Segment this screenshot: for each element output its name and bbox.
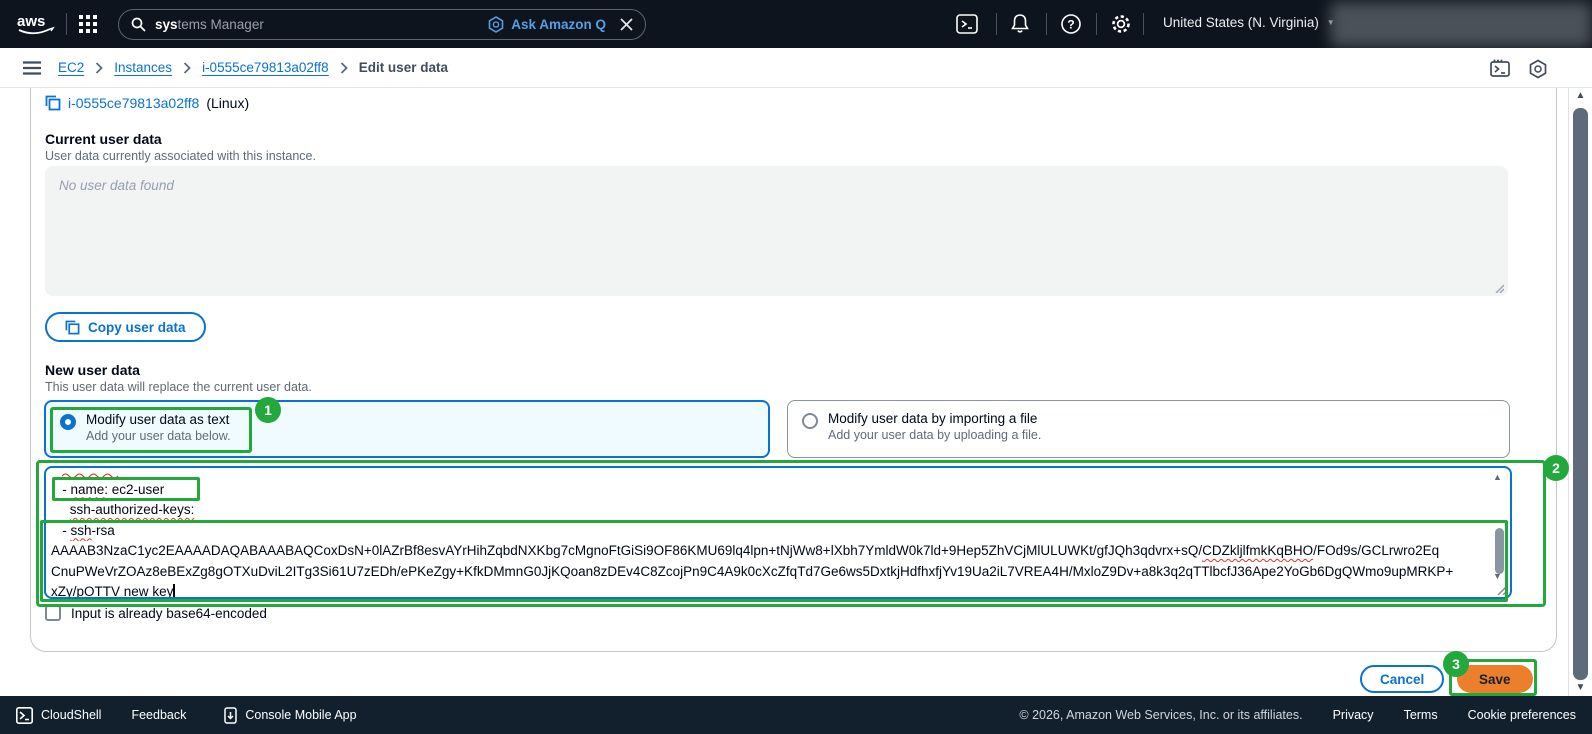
base64-checkbox[interactable]: [45, 605, 61, 621]
shortcuts-terminal-icon[interactable]: [1490, 59, 1511, 78]
search-suggestion-text: tems Manager: [177, 17, 264, 32]
instance-os-label: (Linux): [206, 95, 250, 111]
hamburger-menu-icon[interactable]: [23, 61, 41, 75]
settings-gear-icon[interactable]: [1110, 13, 1132, 35]
cancel-label: Cancel: [1380, 671, 1425, 687]
amazon-q-panel-icon[interactable]: [1528, 59, 1548, 79]
region-label: United States (N. Virginia): [1163, 15, 1319, 30]
annotation-box-name-line: [52, 477, 200, 501]
cloudshell-terminal-icon[interactable]: [956, 13, 978, 35]
divider: [1046, 13, 1047, 35]
copyright-text: © 2026, Amazon Web Services, Inc. or its…: [1019, 708, 1303, 722]
copy-user-data-label: Copy user data: [88, 319, 186, 335]
search-typed-text: sys: [155, 17, 178, 32]
chevron-right-icon: [95, 61, 104, 74]
redacted-account-area: [1330, 2, 1592, 47]
search-icon: [131, 17, 146, 32]
copy-icon: [65, 320, 80, 335]
instance-id-link[interactable]: i-0555ce79813a02ff8: [68, 95, 199, 111]
breadcrumb: EC2 Instances i-0555ce79813a02ff8 Edit u…: [58, 60, 448, 75]
annotation-box-modify-as-text: [50, 407, 252, 453]
console-mobile-app-button[interactable]: Console Mobile App: [224, 706, 357, 724]
chevron-right-icon: [340, 61, 348, 74]
top-nav-bar: aws sys tems Manager Ask Amazon Q ? Unit…: [0, 0, 1592, 48]
divider: [66, 13, 67, 35]
feedback-button[interactable]: Feedback: [131, 708, 186, 722]
annotation-box-ssh-key: [40, 520, 1508, 602]
breadcrumb-link-instances[interactable]: Instances: [114, 60, 172, 75]
instance-header: i-0555ce79813a02ff8 (Linux): [45, 95, 249, 111]
console-mobile-app-label: Console Mobile App: [245, 708, 357, 722]
scroll-up-icon[interactable]: ▲: [1573, 90, 1588, 101]
current-user-data-description: User data currently associated with this…: [45, 149, 316, 163]
divider: [1143, 13, 1144, 35]
region-selector[interactable]: United States (N. Virginia) ▼: [1163, 15, 1335, 30]
divider: [996, 13, 997, 35]
page-scrollbar-thumb[interactable]: [1573, 108, 1588, 680]
feedback-label: Feedback: [131, 708, 187, 722]
new-user-data-title: New user data: [45, 362, 140, 378]
terms-link[interactable]: Terms: [1404, 708, 1438, 722]
search-close-icon[interactable]: [620, 18, 633, 31]
resize-handle-icon[interactable]: [1494, 283, 1504, 293]
search-input[interactable]: sys tems Manager Ask Amazon Q: [118, 9, 646, 40]
scroll-down-icon[interactable]: ▼: [1573, 682, 1588, 693]
cookie-preferences-link[interactable]: Cookie preferences: [1468, 708, 1576, 722]
mobile-phone-icon: [224, 706, 238, 724]
base64-checkbox-label: Input is already base64-encoded: [71, 605, 267, 621]
option-description: Add your user data by uploading a file.: [828, 428, 1042, 442]
aws-console-page: aws sys tems Manager Ask Amazon Q ? Unit…: [0, 0, 1592, 734]
current-user-data-title: Current user data: [45, 131, 162, 147]
chevron-right-icon: [183, 61, 191, 74]
privacy-link[interactable]: Privacy: [1333, 708, 1374, 722]
current-user-data-placeholder: No user data found: [59, 178, 174, 193]
breadcrumb-bar: EC2 Instances i-0555ce79813a02ff8 Edit u…: [0, 48, 1592, 88]
option-label: Modify user data by importing a file: [828, 411, 1038, 426]
svg-text:?: ?: [1067, 18, 1074, 32]
aws-logo-icon: aws: [17, 13, 55, 35]
console-footer: CloudShell Feedback Console Mobile App ©…: [0, 696, 1592, 734]
annotation-badge-2: 2: [1543, 455, 1569, 481]
breadcrumb-current-page: Edit user data: [358, 60, 448, 75]
amazon-q-icon: [488, 16, 504, 33]
cloudshell-icon: [16, 706, 33, 724]
svg-text:aws: aws: [17, 13, 45, 30]
notifications-bell-icon[interactable]: [1010, 13, 1030, 35]
divider: [1096, 13, 1097, 35]
apps-grid-icon[interactable]: [79, 15, 98, 34]
ask-amazon-q-label: Ask Amazon Q: [511, 17, 606, 32]
current-user-data-box[interactable]: No user data found: [45, 166, 1508, 296]
copy-user-data-button[interactable]: Copy user data: [45, 312, 206, 342]
copy-icon[interactable]: [45, 95, 61, 111]
radio-unselected-icon[interactable]: [802, 413, 818, 429]
new-user-data-description: This user data will replace the current …: [45, 380, 312, 394]
annotation-badge-1: 1: [255, 397, 281, 423]
aws-logo[interactable]: aws: [16, 11, 58, 38]
breadcrumb-link-ec2[interactable]: EC2: [58, 60, 84, 75]
cloudshell-footer-button[interactable]: CloudShell: [16, 706, 102, 724]
annotation-badge-3: 3: [1443, 651, 1469, 677]
cloudshell-footer-label: CloudShell: [41, 708, 102, 722]
breadcrumb-link-instance-id[interactable]: i-0555ce79813a02ff8: [202, 60, 329, 75]
help-icon[interactable]: ?: [1060, 13, 1082, 35]
option-import-file[interactable]: Modify user data by importing a file Add…: [787, 400, 1510, 458]
cancel-button[interactable]: Cancel: [1360, 665, 1445, 693]
base64-checkbox-row: Input is already base64-encoded: [45, 605, 267, 621]
ask-amazon-q-button[interactable]: Ask Amazon Q: [488, 16, 606, 33]
